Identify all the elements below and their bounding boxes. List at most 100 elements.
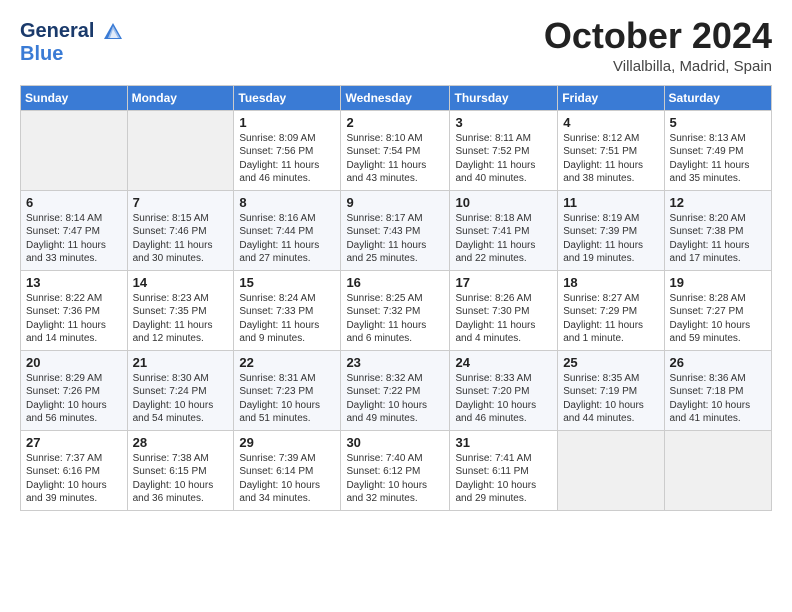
cell-details: Sunrise: 8:28 AM Sunset: 7:27 PM Dayligh… bbox=[670, 292, 766, 346]
cell-5-2: 28 Sunrise: 7:38 AM Sunset: 6:15 PM Dayli… bbox=[127, 430, 234, 510]
week-row-1: 1 Sunrise: 8:09 AM Sunset: 7:56 PM Daylig… bbox=[21, 110, 772, 190]
day-number: 19 bbox=[670, 275, 766, 290]
day-number: 18 bbox=[563, 275, 658, 290]
cell-3-1: 13Sunrise: 8:22 AM Sunset: 7:36 PM Dayli… bbox=[21, 270, 128, 350]
cell-4-5: 24 Sunrise: 8:33 AM Sunset: 7:20 PM Dayli… bbox=[450, 350, 558, 430]
cell-details: Sunrise: 8:23 AM Sunset: 7:35 PM Dayligh… bbox=[133, 292, 229, 346]
day-number: 1 bbox=[239, 115, 335, 130]
cell-3-3: 15 Sunrise: 8:24 AM Sunset: 7:33 PM Dayli… bbox=[234, 270, 341, 350]
day-number: 21 bbox=[133, 355, 229, 370]
cell-4-4: 23Sunrise: 8:32 AM Sunset: 7:22 PM Dayli… bbox=[341, 350, 450, 430]
cell-details: Sunrise: 8:19 AM Sunset: 7:39 PM Dayligh… bbox=[563, 212, 658, 266]
day-number: 8 bbox=[239, 195, 335, 210]
cell-details: Sunrise: 8:29 AM Sunset: 7:26 PM Dayligh… bbox=[26, 372, 122, 426]
col-header-sunday: Sunday bbox=[21, 85, 128, 110]
cell-details: Sunrise: 7:40 AM Sunset: 6:12 PM Dayligh… bbox=[346, 452, 444, 506]
cell-details: Sunrise: 8:24 AM Sunset: 7:33 PM Dayligh… bbox=[239, 292, 335, 346]
cell-4-7: 26 Sunrise: 8:36 AM Sunset: 7:18 PM Dayli… bbox=[664, 350, 771, 430]
cell-3-7: 19 Sunrise: 8:28 AM Sunset: 7:27 PM Dayli… bbox=[664, 270, 771, 350]
day-number: 25 bbox=[563, 355, 658, 370]
header-row: SundayMondayTuesdayWednesdayThursdayFrid… bbox=[21, 85, 772, 110]
cell-details: Sunrise: 8:18 AM Sunset: 7:41 PM Dayligh… bbox=[455, 212, 552, 266]
logo-line2: Blue bbox=[20, 43, 124, 65]
day-number: 12 bbox=[670, 195, 766, 210]
cell-2-3: 8 Sunrise: 8:16 AM Sunset: 7:44 PM Daylig… bbox=[234, 190, 341, 270]
cell-4-3: 22Sunrise: 8:31 AM Sunset: 7:23 PM Dayli… bbox=[234, 350, 341, 430]
logo-line1: General bbox=[20, 20, 124, 43]
cell-details: Sunrise: 8:25 AM Sunset: 7:32 PM Dayligh… bbox=[346, 292, 444, 346]
cell-2-1: 6Sunrise: 8:14 AM Sunset: 7:47 PM Daylig… bbox=[21, 190, 128, 270]
cell-details: Sunrise: 8:32 AM Sunset: 7:22 PM Dayligh… bbox=[346, 372, 444, 426]
day-number: 3 bbox=[455, 115, 552, 130]
cell-2-4: 9 Sunrise: 8:17 AM Sunset: 7:43 PM Daylig… bbox=[341, 190, 450, 270]
cell-5-1: 27Sunrise: 7:37 AM Sunset: 6:16 PM Dayli… bbox=[21, 430, 128, 510]
day-number: 26 bbox=[670, 355, 766, 370]
logo-icon bbox=[102, 21, 124, 43]
day-number: 15 bbox=[239, 275, 335, 290]
cell-details: Sunrise: 8:35 AM Sunset: 7:19 PM Dayligh… bbox=[563, 372, 658, 426]
day-number: 11 bbox=[563, 195, 658, 210]
title-block: October 2024 Villalbilla, Madrid, Spain bbox=[544, 16, 772, 75]
cell-3-2: 14 Sunrise: 8:23 AM Sunset: 7:35 PM Dayli… bbox=[127, 270, 234, 350]
cell-details: Sunrise: 7:38 AM Sunset: 6:15 PM Dayligh… bbox=[133, 452, 229, 506]
col-header-thursday: Thursday bbox=[450, 85, 558, 110]
day-number: 2 bbox=[346, 115, 444, 130]
cell-details: Sunrise: 8:30 AM Sunset: 7:24 PM Dayligh… bbox=[133, 372, 229, 426]
day-number: 17 bbox=[455, 275, 552, 290]
cell-3-6: 18Sunrise: 8:27 AM Sunset: 7:29 PM Dayli… bbox=[558, 270, 664, 350]
week-row-2: 6Sunrise: 8:14 AM Sunset: 7:47 PM Daylig… bbox=[21, 190, 772, 270]
day-number: 5 bbox=[670, 115, 766, 130]
cell-details: Sunrise: 8:13 AM Sunset: 7:49 PM Dayligh… bbox=[670, 132, 766, 186]
week-row-3: 13Sunrise: 8:22 AM Sunset: 7:36 PM Dayli… bbox=[21, 270, 772, 350]
day-number: 27 bbox=[26, 435, 122, 450]
cell-2-2: 7Sunrise: 8:15 AM Sunset: 7:46 PM Daylig… bbox=[127, 190, 234, 270]
day-number: 22 bbox=[239, 355, 335, 370]
cell-1-5: 3 Sunrise: 8:11 AM Sunset: 7:52 PM Daylig… bbox=[450, 110, 558, 190]
day-number: 9 bbox=[346, 195, 444, 210]
logo: General Blue bbox=[20, 20, 124, 65]
cell-1-3: 1 Sunrise: 8:09 AM Sunset: 7:56 PM Daylig… bbox=[234, 110, 341, 190]
cell-1-6: 4Sunrise: 8:12 AM Sunset: 7:51 PM Daylig… bbox=[558, 110, 664, 190]
col-header-tuesday: Tuesday bbox=[234, 85, 341, 110]
day-number: 30 bbox=[346, 435, 444, 450]
cell-details: Sunrise: 8:09 AM Sunset: 7:56 PM Dayligh… bbox=[239, 132, 335, 186]
cell-2-7: 12 Sunrise: 8:20 AM Sunset: 7:38 PM Dayli… bbox=[664, 190, 771, 270]
day-number: 14 bbox=[133, 275, 229, 290]
day-number: 24 bbox=[455, 355, 552, 370]
cell-details: Sunrise: 7:41 AM Sunset: 6:11 PM Dayligh… bbox=[455, 452, 552, 506]
day-number: 16 bbox=[346, 275, 444, 290]
cell-2-6: 11 Sunrise: 8:19 AM Sunset: 7:39 PM Dayli… bbox=[558, 190, 664, 270]
day-number: 7 bbox=[133, 195, 229, 210]
cell-details: Sunrise: 8:36 AM Sunset: 7:18 PM Dayligh… bbox=[670, 372, 766, 426]
cell-details: Sunrise: 8:12 AM Sunset: 7:51 PM Dayligh… bbox=[563, 132, 658, 186]
cell-details: Sunrise: 8:16 AM Sunset: 7:44 PM Dayligh… bbox=[239, 212, 335, 266]
page: General Blue October 2024 Villalbilla, M… bbox=[0, 0, 792, 527]
col-header-saturday: Saturday bbox=[664, 85, 771, 110]
cell-5-5: 31 Sunrise: 7:41 AM Sunset: 6:11 PM Dayli… bbox=[450, 430, 558, 510]
calendar-table: SundayMondayTuesdayWednesdayThursdayFrid… bbox=[20, 85, 772, 511]
cell-details: Sunrise: 8:33 AM Sunset: 7:20 PM Dayligh… bbox=[455, 372, 552, 426]
cell-4-1: 20 Sunrise: 8:29 AM Sunset: 7:26 PM Dayli… bbox=[21, 350, 128, 430]
cell-5-6 bbox=[558, 430, 664, 510]
month-title: October 2024 bbox=[544, 16, 772, 56]
day-number: 31 bbox=[455, 435, 552, 450]
week-row-5: 27Sunrise: 7:37 AM Sunset: 6:16 PM Dayli… bbox=[21, 430, 772, 510]
cell-2-5: 10 Sunrise: 8:18 AM Sunset: 7:41 PM Dayli… bbox=[450, 190, 558, 270]
day-number: 6 bbox=[26, 195, 122, 210]
cell-details: Sunrise: 8:17 AM Sunset: 7:43 PM Dayligh… bbox=[346, 212, 444, 266]
col-header-friday: Friday bbox=[558, 85, 664, 110]
cell-1-4: 2 Sunrise: 8:10 AM Sunset: 7:54 PM Daylig… bbox=[341, 110, 450, 190]
day-number: 10 bbox=[455, 195, 552, 210]
cell-3-4: 16 Sunrise: 8:25 AM Sunset: 7:32 PM Dayli… bbox=[341, 270, 450, 350]
cell-details: Sunrise: 8:20 AM Sunset: 7:38 PM Dayligh… bbox=[670, 212, 766, 266]
cell-details: Sunrise: 8:11 AM Sunset: 7:52 PM Dayligh… bbox=[455, 132, 552, 186]
location-title: Villalbilla, Madrid, Spain bbox=[544, 58, 772, 75]
cell-1-2 bbox=[127, 110, 234, 190]
day-number: 20 bbox=[26, 355, 122, 370]
cell-3-5: 17 Sunrise: 8:26 AM Sunset: 7:30 PM Dayli… bbox=[450, 270, 558, 350]
cell-details: Sunrise: 8:26 AM Sunset: 7:30 PM Dayligh… bbox=[455, 292, 552, 346]
cell-details: Sunrise: 7:39 AM Sunset: 6:14 PM Dayligh… bbox=[239, 452, 335, 506]
cell-details: Sunrise: 8:10 AM Sunset: 7:54 PM Dayligh… bbox=[346, 132, 444, 186]
cell-4-2: 21 Sunrise: 8:30 AM Sunset: 7:24 PM Dayli… bbox=[127, 350, 234, 430]
day-number: 28 bbox=[133, 435, 229, 450]
